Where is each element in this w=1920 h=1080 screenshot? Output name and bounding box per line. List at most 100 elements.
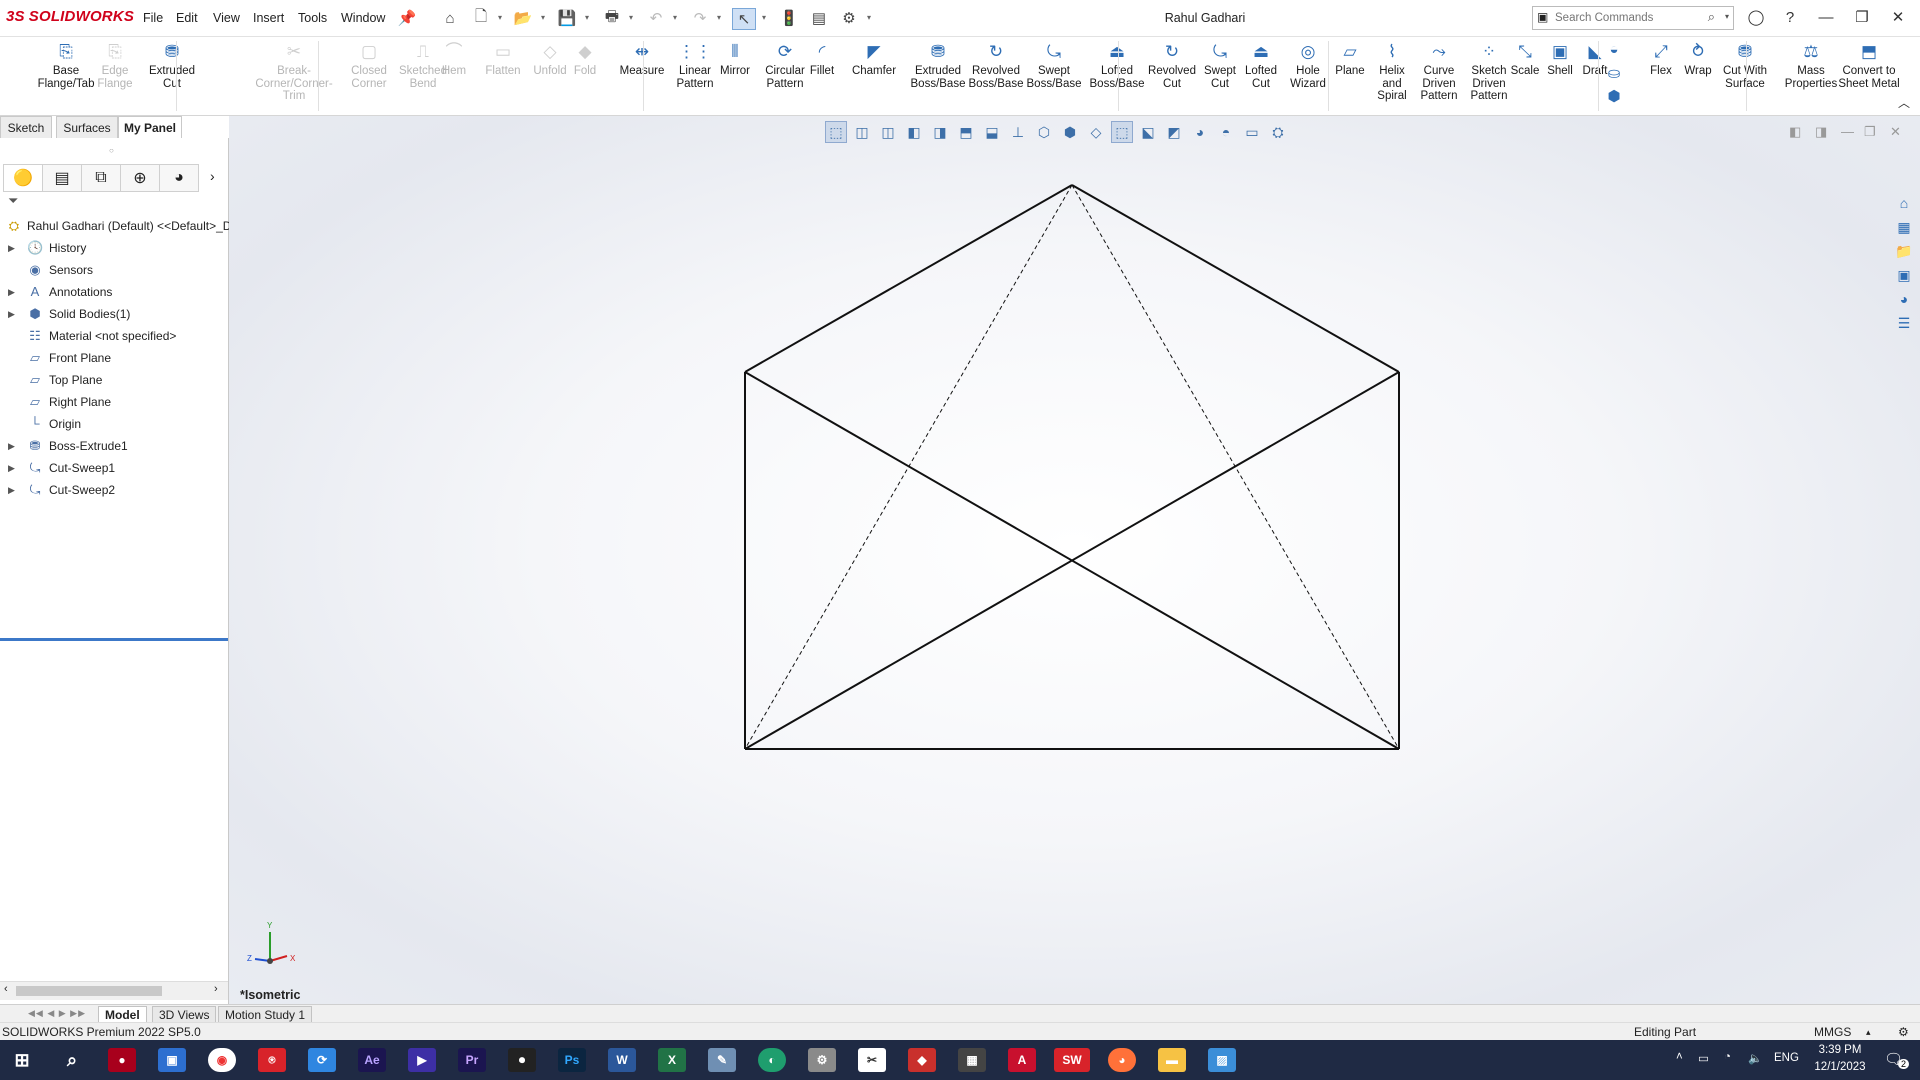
- command-plane-button[interactable]: ▱ Plane: [1333, 41, 1367, 78]
- screen-recorder-icon[interactable]: ⏺: [508, 1048, 536, 1072]
- hidden-lines-visible-icon[interactable]: ⬕: [1137, 121, 1159, 143]
- command-shell-button[interactable]: ▣ Shell: [1545, 41, 1575, 78]
- display-settings-icon[interactable]: ▭: [1241, 121, 1263, 143]
- command-hem-button[interactable]: ⌒ Hem: [438, 41, 470, 78]
- configuration-manager-tab-icon[interactable]: ⧉: [81, 164, 121, 192]
- appearance-icon[interactable]: ◕: [1189, 121, 1211, 143]
- unit-dropdown-icon[interactable]: ▴: [1866, 1023, 1871, 1041]
- command-mirror-button[interactable]: ⫴ Mirror: [715, 41, 755, 78]
- photoshop-icon[interactable]: Ps: [558, 1048, 586, 1072]
- custom-properties-icon[interactable]: ☰: [1893, 312, 1915, 334]
- search-commands[interactable]: ▣ ⌕ ▾: [1532, 6, 1734, 30]
- search-input[interactable]: [1553, 9, 1707, 27]
- volume-icon[interactable]: 🔈: [1748, 1051, 1762, 1065]
- rollback-bar[interactable]: [0, 638, 228, 641]
- bottom-view-icon[interactable]: ⬓: [981, 121, 1003, 143]
- command-lofted-boss-button[interactable]: ⏏ Lofted Boss/Base: [1088, 41, 1146, 90]
- tree-item-right-plane[interactable]: ▱ Right Plane: [0, 391, 228, 413]
- viewport-tile-right-icon[interactable]: ◨: [1815, 124, 1827, 140]
- view-orientation-icon[interactable]: ⬚: [825, 121, 847, 143]
- expand-arrow-icon[interactable]: ▶: [8, 457, 15, 479]
- tree-item-cut-sweep2[interactable]: ▶ ⤿ Cut-Sweep2: [0, 479, 228, 501]
- command-closed-corner-button[interactable]: ▢ Closed Corner: [344, 41, 394, 90]
- command-swept-cut-button[interactable]: ⤿ Swept Cut: [1199, 41, 1241, 90]
- settings-app-icon[interactable]: ⚙: [808, 1048, 836, 1072]
- command-edge-flange-button[interactable]: ⎘ Edge Flange: [95, 41, 135, 90]
- edge-top-left[interactable]: [744, 184, 1073, 373]
- excel-icon[interactable]: X: [658, 1048, 686, 1072]
- edge-top-right[interactable]: [1071, 184, 1400, 373]
- command-cut-surface-button[interactable]: ⛃ Cut With Surface: [1722, 41, 1768, 90]
- app-store-icon[interactable]: ⟳: [308, 1048, 336, 1072]
- command-circular-pattern-button[interactable]: ⟳ Circular Pattern: [760, 41, 810, 90]
- collapse-ribbon-icon[interactable]: ︿: [1898, 94, 1910, 111]
- solidworks-taskbar-icon[interactable]: SW: [1054, 1048, 1090, 1072]
- expand-arrow-icon[interactable]: ▶: [8, 435, 15, 457]
- firefox-icon[interactable]: ◕: [1108, 1048, 1136, 1072]
- file-explorer-icon[interactable]: 📁: [1893, 240, 1915, 262]
- tab-navigation-arrows-icon[interactable]: ◀◀ ◀ ▶ ▶▶: [28, 1008, 86, 1019]
- scroll-right-icon[interactable]: ›: [214, 983, 218, 995]
- more-tabs-chevron-icon[interactable]: ›: [210, 168, 215, 184]
- tree-root[interactable]: ⛭ Rahul Gadhari (Default) <<Default>_D: [0, 215, 232, 237]
- expand-arrow-icon[interactable]: ▶: [8, 237, 15, 259]
- firefox-dev-icon[interactable]: ◆: [908, 1048, 936, 1072]
- appearances-scenes-icon[interactable]: ◕: [1893, 288, 1915, 310]
- command-extruded-cut-button[interactable]: ⛃ Extruded Cut: [145, 41, 199, 90]
- viewport-restore-icon[interactable]: ❐: [1864, 124, 1876, 140]
- chrome-icon[interactable]: ◉: [208, 1048, 236, 1072]
- close-icon[interactable]: ✕: [1884, 6, 1912, 28]
- tree-item-top-plane[interactable]: ▱ Top Plane: [0, 369, 228, 391]
- command-chamfer-button[interactable]: ◤ Chamfer: [849, 41, 899, 78]
- tree-item-cut-sweep1[interactable]: ▶ ⤿ Cut-Sweep1: [0, 457, 228, 479]
- feature-manager-tab-icon[interactable]: 🟡: [3, 164, 43, 192]
- wireframe-display-icon[interactable]: ⬚: [1111, 121, 1133, 143]
- isometric-view-icon[interactable]: ⬡: [1033, 121, 1055, 143]
- view-triad[interactable]: Y X Z: [247, 921, 296, 964]
- command-flex-button[interactable]: ⤢ Flex: [1646, 41, 1676, 78]
- command-helix-button[interactable]: ⌇ Helix and Spiral: [1372, 41, 1412, 103]
- command-scale-button[interactable]: ⤡ Scale: [1510, 41, 1540, 78]
- hidden-edge-left[interactable]: [744, 184, 1073, 750]
- command-base-flange-button[interactable]: ⎘ Base Flange/Tab: [38, 41, 95, 90]
- hidden-edge-right[interactable]: [1071, 184, 1400, 750]
- word-icon[interactable]: W: [608, 1048, 636, 1072]
- command-curve-pattern-button[interactable]: ⤳ Curve Driven Pattern: [1418, 41, 1460, 103]
- command-convert-sheet-metal-button[interactable]: ⬒ Convert to Sheet Metal: [1837, 41, 1901, 90]
- filter-icon[interactable]: ⏷: [8, 193, 18, 209]
- tab-my-panel[interactable]: My Panel: [118, 116, 182, 139]
- photos-icon[interactable]: ▨: [1208, 1048, 1236, 1072]
- tab-surfaces[interactable]: Surfaces: [56, 116, 118, 140]
- expand-arrow-icon[interactable]: ▶: [8, 303, 15, 325]
- command-fold-button[interactable]: ◆ Fold: [570, 41, 600, 78]
- top-view-icon[interactable]: ⬒: [955, 121, 977, 143]
- viewport-close-icon[interactable]: ✕: [1890, 124, 1901, 140]
- tree-item-boss-extrude1[interactable]: ▶ ⛃ Boss-Extrude1: [0, 435, 228, 457]
- search-icon[interactable]: ⌕: [1708, 9, 1715, 25]
- davinci-resolve-icon[interactable]: ●: [108, 1048, 136, 1072]
- graphics-area[interactable]: Y X Z: [229, 116, 1920, 1008]
- tree-item-origin[interactable]: └ Origin: [0, 413, 228, 435]
- front-view-icon[interactable]: ◫: [851, 121, 873, 143]
- taskbar-search-icon[interactable]: ⌕: [58, 1048, 86, 1072]
- design-library-icon[interactable]: ▦: [1893, 216, 1915, 238]
- viewport-tile-left-icon[interactable]: ◧: [1789, 124, 1801, 140]
- command-revolved-cut-button[interactable]: ↻ Revolved Cut: [1148, 41, 1196, 90]
- user-account-icon[interactable]: ◯: [1742, 6, 1770, 28]
- tree-item-annotations[interactable]: ▶ A Annotations: [0, 281, 228, 303]
- status-settings-icon[interactable]: ⚙: [1898, 1023, 1909, 1041]
- calculator-icon[interactable]: ▦: [958, 1048, 986, 1072]
- expand-arrow-icon[interactable]: ▶: [8, 281, 15, 303]
- section-view-icon[interactable]: ◩: [1163, 121, 1185, 143]
- file-explorer-taskbar-icon[interactable]: ▬: [1158, 1048, 1186, 1072]
- command-lofted-cut-button[interactable]: ⏏ Lofted Cut: [1241, 41, 1281, 90]
- premiere-pro-icon[interactable]: Pr: [458, 1048, 486, 1072]
- back-view-icon[interactable]: ◫: [877, 121, 899, 143]
- acrobat-icon[interactable]: ⍟: [258, 1048, 286, 1072]
- tab-sketch[interactable]: Sketch: [0, 116, 52, 140]
- command-measure-button[interactable]: ⇹ Measure: [616, 41, 668, 78]
- language-indicator[interactable]: ENG: [1774, 1052, 1799, 1064]
- autocad-icon[interactable]: A: [1008, 1048, 1036, 1072]
- command-extruded-boss-button[interactable]: ⛃ Extruded Boss/Base: [908, 41, 968, 90]
- minimize-icon[interactable]: —: [1812, 6, 1840, 28]
